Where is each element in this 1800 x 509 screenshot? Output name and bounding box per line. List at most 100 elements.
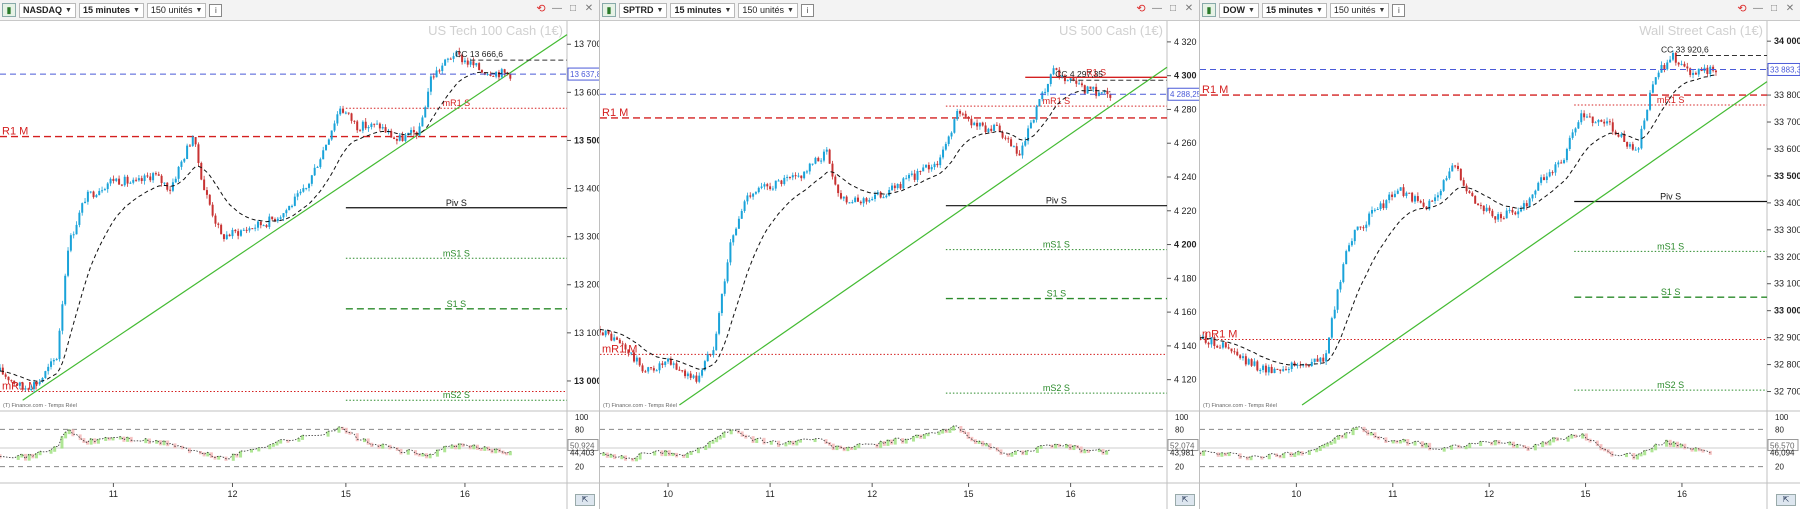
candle-body bbox=[1528, 198, 1531, 207]
price-chart[interactable]: US Tech 100 Cash (1€) 13 700 13 600 13 500 1… bbox=[0, 21, 600, 509]
candle-body bbox=[24, 388, 27, 390]
osc-histogram bbox=[1683, 443, 1687, 450]
timeframe-select[interactable]: 15 minutes ▼ bbox=[78, 2, 144, 18]
candlestick-icon[interactable]: ▮ bbox=[1202, 3, 1216, 17]
candle-body bbox=[831, 163, 834, 177]
candle-body bbox=[811, 163, 814, 165]
candle-body bbox=[333, 123, 336, 131]
candle-body bbox=[1007, 138, 1010, 140]
price-chart[interactable]: US 500 Cash (1€) 4 320 4 300 4 280 4 260 4 24… bbox=[600, 21, 1200, 509]
scroll-end-button[interactable]: ⇱ bbox=[1175, 494, 1195, 506]
chart-workspace: ▮ NASDAQ ▼ 15 minutes ▼ 150 unités ▼ i ⟲ — … bbox=[0, 0, 1800, 509]
close-icon[interactable]: ✕ bbox=[1183, 3, 1195, 15]
candle-body bbox=[910, 173, 913, 175]
candle-body bbox=[1468, 191, 1471, 193]
candle-body bbox=[1571, 132, 1574, 138]
candle-body bbox=[1494, 216, 1497, 220]
candle-body bbox=[1080, 83, 1083, 86]
candle-body bbox=[1330, 318, 1333, 338]
candle-body bbox=[78, 212, 81, 225]
instrument-select[interactable]: NASDAQ ▼ bbox=[19, 2, 76, 18]
candle-body bbox=[1451, 165, 1454, 172]
candle-body bbox=[1439, 190, 1442, 196]
candle-body bbox=[718, 313, 721, 334]
candle-body bbox=[140, 178, 143, 182]
price-chart[interactable]: Wall Street Cash (1€)34 00033 90033 8003… bbox=[1200, 21, 1800, 509]
candle-body bbox=[92, 191, 95, 198]
candle-body bbox=[344, 112, 347, 114]
osc-histogram bbox=[158, 440, 162, 446]
y-tick-label: 4 280 bbox=[1174, 104, 1197, 114]
candlestick-icon[interactable]: ▮ bbox=[2, 3, 16, 17]
x-tick-label: 10 bbox=[1291, 489, 1301, 499]
candle-body bbox=[438, 70, 441, 72]
units-select[interactable]: 150 unités ▼ bbox=[738, 2, 798, 18]
osc-histogram bbox=[1035, 446, 1039, 453]
candle-body bbox=[1083, 85, 1086, 94]
osc-tick-label: 100 bbox=[1175, 413, 1189, 422]
osc-histogram bbox=[1315, 448, 1319, 453]
osc-histogram bbox=[16, 455, 20, 460]
scroll-end-button[interactable]: ⇱ bbox=[1776, 494, 1796, 506]
osc-histogram bbox=[1566, 436, 1570, 442]
candle-body bbox=[410, 130, 413, 133]
candle-body bbox=[373, 123, 376, 125]
minimize-icon[interactable]: — bbox=[1151, 3, 1163, 15]
maximize-icon[interactable]: □ bbox=[1167, 3, 1179, 15]
close-icon[interactable]: ✕ bbox=[1784, 3, 1796, 15]
refresh-icon[interactable]: ⟲ bbox=[1736, 3, 1748, 15]
timeframe-select[interactable]: 15 minutes ▼ bbox=[1261, 2, 1327, 18]
instrument-select[interactable]: DOW ▼ bbox=[1219, 2, 1259, 18]
candle-body bbox=[492, 75, 495, 77]
candle-body bbox=[1024, 141, 1027, 146]
refresh-icon[interactable]: ⟲ bbox=[535, 3, 547, 15]
instrument-select[interactable]: SPTRD ▼ bbox=[619, 2, 668, 18]
level-label: S1 S bbox=[1047, 289, 1067, 299]
candle-body bbox=[350, 113, 353, 121]
candle-body bbox=[919, 170, 922, 172]
candle-body bbox=[1279, 369, 1282, 371]
candle-body bbox=[327, 139, 330, 145]
y-tick-label: 13 600 bbox=[574, 87, 600, 97]
candle-body bbox=[27, 388, 30, 390]
level-label: Piv S bbox=[1046, 196, 1067, 206]
candle-body bbox=[364, 121, 367, 129]
osc-histogram bbox=[1220, 452, 1224, 457]
y-tick-label: 4 200 bbox=[1174, 240, 1197, 250]
units-select[interactable]: 150 unités ▼ bbox=[146, 2, 207, 18]
candle-body bbox=[1683, 63, 1686, 67]
candle-body bbox=[16, 383, 19, 386]
info-icon[interactable]: i bbox=[1392, 3, 1406, 17]
candle-body bbox=[610, 333, 613, 341]
info-icon[interactable]: i bbox=[209, 3, 223, 17]
osc-histogram bbox=[486, 446, 490, 451]
osc-histogram bbox=[1010, 452, 1014, 457]
minimize-icon[interactable]: — bbox=[1752, 3, 1764, 15]
maximize-icon[interactable]: □ bbox=[567, 3, 579, 15]
candlestick-icon[interactable]: ▮ bbox=[602, 3, 616, 17]
units-select[interactable]: 150 unités ▼ bbox=[1329, 2, 1390, 18]
candle-body bbox=[123, 176, 126, 186]
scroll-end-button[interactable]: ⇱ bbox=[575, 494, 595, 506]
price-label: 4 288,25 bbox=[1170, 90, 1200, 99]
close-icon[interactable]: ✕ bbox=[583, 3, 595, 15]
candle-body bbox=[186, 145, 189, 160]
minimize-icon[interactable]: — bbox=[551, 3, 563, 15]
osc-histogram bbox=[1548, 440, 1552, 446]
candle-body bbox=[169, 189, 172, 191]
maximize-icon[interactable]: □ bbox=[1768, 3, 1780, 15]
candle-body bbox=[1594, 122, 1597, 124]
candle-body bbox=[1459, 169, 1462, 181]
candle-body bbox=[896, 184, 899, 189]
timeframe-select[interactable]: 15 minutes ▼ bbox=[670, 2, 736, 18]
osc-histogram bbox=[667, 450, 671, 457]
candle-body bbox=[1669, 59, 1672, 63]
y-tick-label: 32 700 bbox=[1774, 387, 1800, 397]
candle-body bbox=[1219, 347, 1222, 349]
window-controls: ⟲ — □ ✕ bbox=[535, 3, 595, 15]
info-icon[interactable]: i bbox=[800, 3, 814, 17]
refresh-icon[interactable]: ⟲ bbox=[1135, 3, 1147, 15]
osc-histogram bbox=[1413, 441, 1417, 446]
candle-body bbox=[1256, 361, 1259, 371]
candle-body bbox=[916, 170, 919, 180]
